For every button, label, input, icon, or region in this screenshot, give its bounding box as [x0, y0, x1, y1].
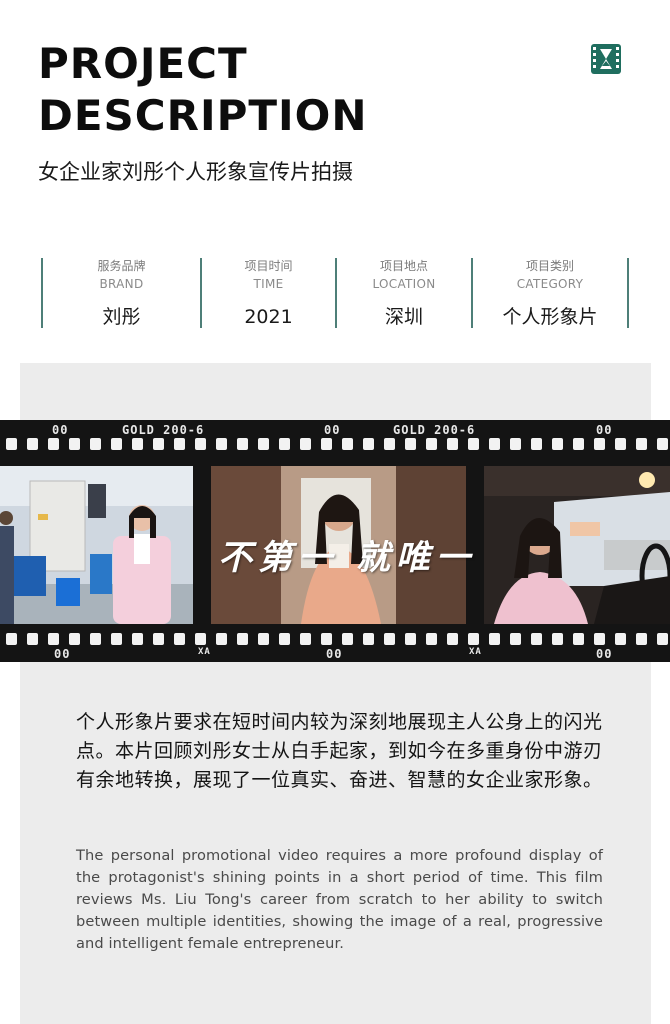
info-label-cn: 项目时间	[244, 259, 293, 273]
title-line-2: DESCRIPTION	[38, 91, 368, 140]
film-overlay-calligraphy: 不第一 就唯一	[218, 538, 476, 578]
info-category: 项目类别 CATEGORY 个人形象片	[473, 258, 627, 328]
film-code: 00	[326, 647, 343, 661]
film-frame-car	[484, 466, 670, 624]
film-code: 00	[52, 423, 69, 437]
film-code: 00	[54, 647, 71, 661]
project-subtitle: 女企业家刘彤个人形象宣传片拍摄	[38, 160, 353, 184]
title-line-1: PROJECT	[38, 39, 248, 88]
film-hourglass-icon	[591, 44, 621, 74]
info-value: 个人形象片	[502, 306, 598, 328]
film-code: GOLD 200-6	[393, 423, 476, 437]
info-label-en: BRAND	[99, 277, 144, 291]
film-code: XA	[469, 647, 482, 657]
info-label-en: TIME	[253, 277, 284, 291]
info-value: 刘彤	[102, 306, 141, 328]
info-label-cn: 项目类别	[525, 259, 574, 273]
project-info-bar: 服务品牌 BRAND 刘彤 项目时间 TIME 2021 项目地点 LOCATI…	[41, 258, 629, 328]
info-label-cn: 服务品牌	[97, 259, 146, 273]
film-code: 00	[596, 423, 613, 437]
description-cn: 个人形象片要求在短时间内较为深刻地展现主人公身上的闪光点。本片回顾刘彤女士从白手…	[76, 711, 603, 791]
film-perforations-bottom	[6, 633, 668, 645]
info-label-en: LOCATION	[372, 277, 436, 291]
info-label-cn: 项目地点	[379, 259, 428, 273]
description-en: The personal promotional video requires …	[76, 847, 603, 952]
info-time: 项目时间 TIME 2021	[202, 258, 335, 328]
page-title: PROJECT DESCRIPTION	[38, 38, 368, 142]
info-value: 2021	[244, 306, 293, 328]
film-code: GOLD 200-6	[122, 423, 205, 437]
info-label-en: CATEGORY	[516, 277, 584, 291]
film-frame-factory	[0, 466, 193, 624]
info-brand: 服务品牌 BRAND 刘彤	[43, 258, 200, 328]
info-location: 项目地点 LOCATION 深圳	[337, 258, 471, 328]
film-code: 00	[596, 647, 613, 661]
info-value: 深圳	[384, 306, 423, 328]
film-code: XA	[198, 647, 211, 657]
film-perforations-top	[6, 438, 668, 450]
divider	[627, 258, 629, 328]
film-code: 00	[324, 423, 341, 437]
